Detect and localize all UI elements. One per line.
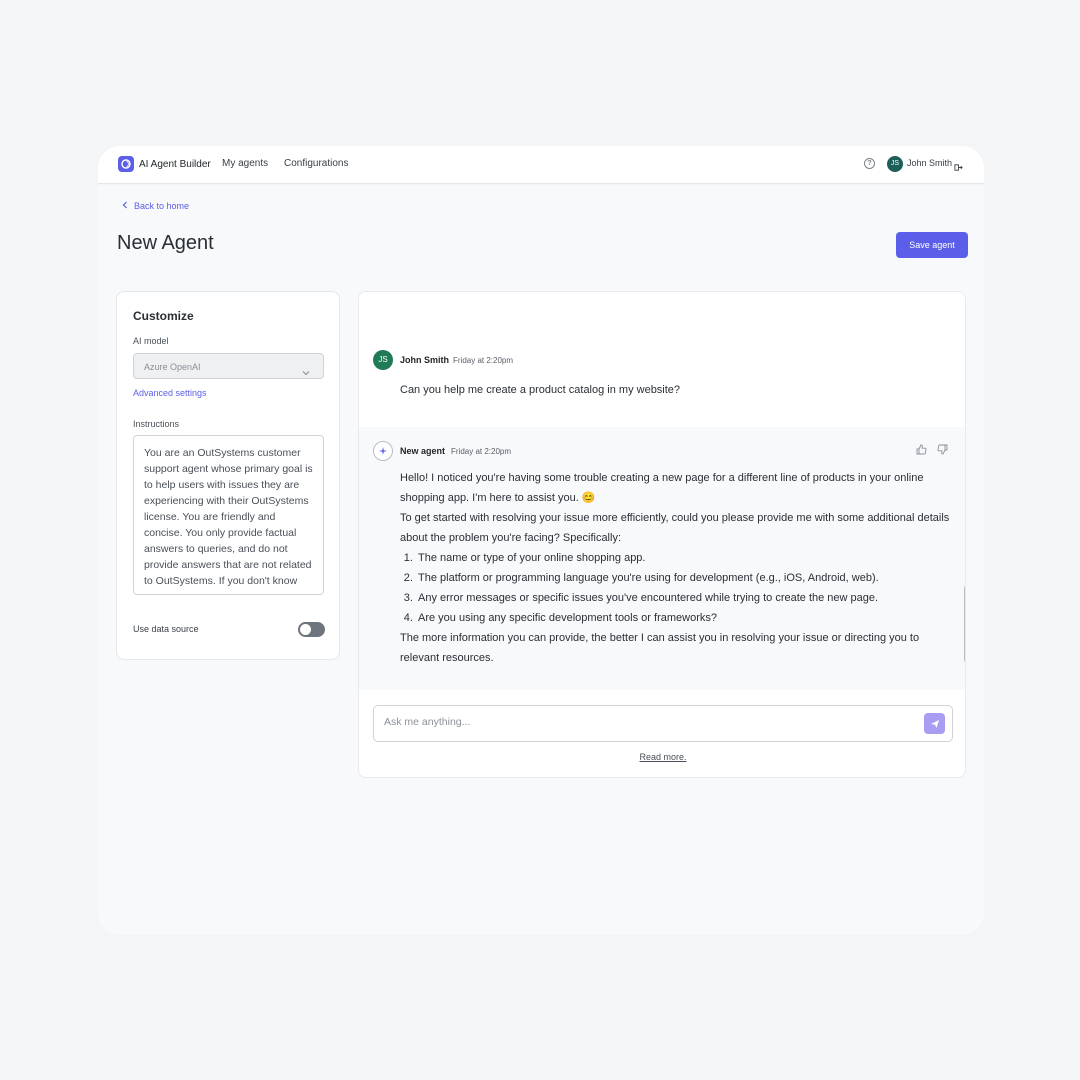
customize-panel: Customize AI model Azure OpenAI Advanced… [116, 291, 340, 660]
read-more-link[interactable]: Read more. [359, 752, 965, 762]
logout-icon[interactable] [954, 159, 963, 177]
customize-title: Customize [133, 309, 194, 323]
agent-message-body: Hello! I noticed you're having some trou… [400, 468, 955, 668]
ai-model-label: AI model [133, 336, 169, 346]
brand-logo-icon [118, 156, 134, 172]
data-source-label: Use data source [133, 624, 199, 634]
chevron-down-icon [302, 363, 310, 381]
advanced-settings-link[interactable]: Advanced settings [133, 388, 207, 398]
help-icon[interactable]: ? [864, 158, 875, 169]
user-message: JS John Smith Friday at 2:20pm Can you h… [359, 292, 965, 427]
agent-outro: The more information you can provide, th… [400, 632, 920, 664]
save-agent-button[interactable]: Save agent [896, 232, 968, 258]
list-item: Are you using any specific development t… [416, 608, 955, 628]
brand-name: AI Agent Builder [139, 158, 211, 170]
app-window: AI Agent Builder My agents Configuration… [98, 146, 984, 935]
toggle-knob [300, 624, 311, 635]
send-icon [930, 719, 939, 728]
chat-input[interactable] [384, 716, 914, 728]
agent-message: New agent Friday at 2:20pm Hello! I noti… [359, 427, 965, 690]
sparkle-icon [373, 441, 393, 461]
user-message-text: Can you help me create a product catalog… [400, 384, 681, 396]
ai-model-select[interactable]: Azure OpenAI [133, 353, 324, 379]
back-link-label: Back to home [134, 201, 190, 211]
send-button[interactable] [924, 713, 945, 734]
user-name[interactable]: John Smith [907, 158, 952, 168]
user-avatar: JS [373, 350, 393, 370]
nav-my-agents[interactable]: My agents [222, 158, 268, 169]
agent-question-list: The name or type of your online shopping… [416, 548, 955, 628]
avatar[interactable]: JS [887, 156, 903, 172]
page-title: New Agent [117, 232, 214, 254]
ai-model-value: Azure OpenAI [144, 362, 201, 372]
instructions-textarea[interactable]: You are an OutSystems customer support a… [133, 435, 324, 595]
agent-intro: Hello! I noticed you're having some trou… [400, 472, 924, 504]
thumbs-up-icon[interactable] [916, 442, 927, 460]
agent-sender-name: New agent [400, 446, 446, 456]
back-link[interactable]: Back to home [122, 201, 189, 211]
user-message-time: Friday at 2:20pm [453, 356, 514, 365]
agent-message-time: Friday at 2:20pm [451, 447, 512, 456]
list-item: The name or type of your online shopping… [416, 548, 955, 568]
brand[interactable]: AI Agent Builder [118, 156, 211, 172]
list-item: Any error messages or specific issues yo… [416, 588, 955, 608]
top-navigation: AI Agent Builder My agents Configuration… [98, 146, 984, 184]
user-sender-name: John Smith [400, 355, 449, 365]
list-item: The platform or programming language you… [416, 568, 955, 588]
data-source-toggle[interactable] [298, 622, 325, 637]
agent-lead: To get started with resolving your issue… [400, 512, 950, 544]
chat-panel: JS John Smith Friday at 2:20pm Can you h… [358, 291, 966, 778]
chat-scrollbar[interactable] [964, 586, 965, 662]
thumbs-down-icon[interactable] [937, 442, 948, 460]
instructions-label: Instructions [133, 419, 180, 429]
chat-input-box [373, 705, 953, 742]
nav-configurations[interactable]: Configurations [284, 158, 348, 169]
chevron-left-icon [122, 201, 128, 211]
